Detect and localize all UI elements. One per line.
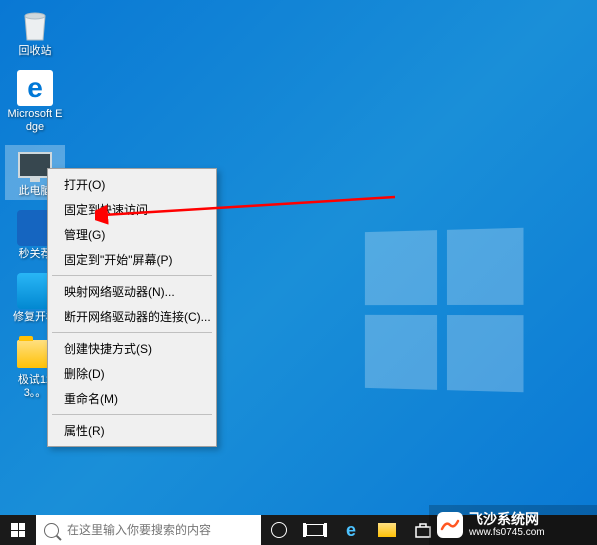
icon-label: 回收站	[19, 45, 52, 58]
menu-separator	[52, 414, 212, 415]
desktop-icon-edge[interactable]: e Microsoft Edge	[5, 68, 65, 136]
menu-item-create-shortcut[interactable]: 创建快捷方式(S)	[50, 336, 214, 361]
menu-item-open[interactable]: 打开(O)	[50, 172, 214, 197]
watermark-url: www.fs0745.com	[469, 527, 545, 538]
recycle-bin-icon	[17, 7, 53, 43]
watermark-title: 飞沙系统网	[469, 512, 545, 527]
menu-item-map-drive[interactable]: 映射网络驱动器(N)...	[50, 279, 214, 304]
task-view-button[interactable]	[297, 515, 333, 545]
taskbar-edge[interactable]: e	[333, 515, 369, 545]
menu-item-rename[interactable]: 重命名(M)	[50, 386, 214, 411]
menu-item-delete[interactable]: 删除(D)	[50, 361, 214, 386]
menu-item-manage[interactable]: 管理(G)	[50, 222, 214, 247]
desktop-icon-recycle-bin[interactable]: 回收站	[5, 5, 65, 60]
menu-separator	[52, 275, 212, 276]
task-view-icon	[306, 524, 324, 536]
context-menu: 打开(O) 固定到快速访问 管理(G) 固定到"开始"屏幕(P) 映射网络驱动器…	[47, 168, 217, 447]
menu-separator	[52, 332, 212, 333]
folder-icon	[378, 523, 396, 537]
search-icon	[44, 523, 59, 538]
windows-wallpaper-logo	[365, 228, 524, 393]
cortana-icon	[271, 522, 287, 538]
watermark-logo-icon	[437, 512, 463, 538]
edge-icon: e	[346, 520, 356, 541]
windows-logo-icon	[11, 523, 25, 537]
watermark: 飞沙系统网 www.fs0745.com	[429, 505, 597, 545]
taskbar-search[interactable]	[36, 515, 261, 545]
menu-item-pin-start[interactable]: 固定到"开始"屏幕(P)	[50, 247, 214, 272]
icon-label: Microsoft Edge	[7, 108, 63, 134]
edge-icon: e	[17, 70, 53, 106]
menu-item-properties[interactable]: 属性(R)	[50, 418, 214, 443]
taskbar-file-explorer[interactable]	[369, 515, 405, 545]
search-input[interactable]	[67, 523, 253, 537]
menu-item-disconnect-drive[interactable]: 断开网络驱动器的连接(C)...	[50, 304, 214, 329]
cortana-button[interactable]	[261, 515, 297, 545]
menu-item-pin-quick-access[interactable]: 固定到快速访问	[50, 197, 214, 222]
start-button[interactable]	[0, 515, 36, 545]
